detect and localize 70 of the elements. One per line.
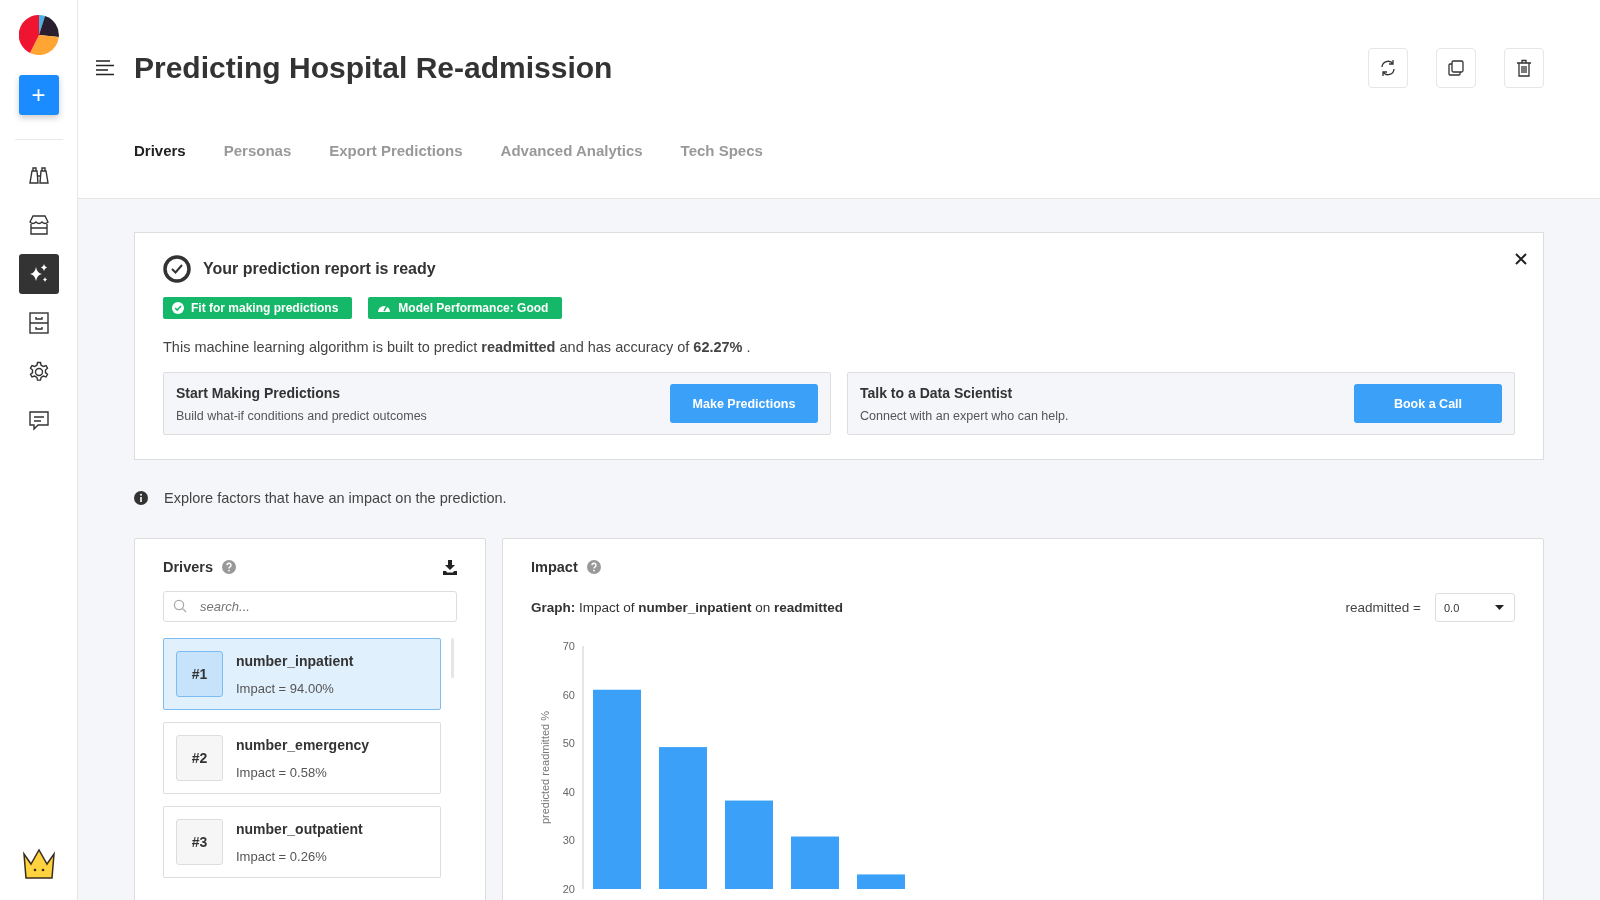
tab[interactable]: Tech Specs: [680, 136, 763, 165]
copy-button[interactable]: [1436, 48, 1476, 88]
y-axis: 20 30 40 50 60 70: [562, 640, 584, 895]
graph-caption: Graph: Impact of number_inpatient on readmitted: [531, 600, 844, 615]
driver-card[interactable]: #2 number_emergency Impact = 0.58%: [163, 722, 441, 794]
rank-label: #2: [176, 735, 223, 781]
action-button[interactable]: Make Predictions: [670, 384, 818, 423]
y-tick-label: 40: [562, 785, 575, 798]
help-icon[interactable]: [586, 560, 601, 574]
tab[interactable]: Personas: [223, 136, 292, 165]
tab[interactable]: Advanced Analytics: [500, 136, 643, 165]
y-tick-label: 30: [562, 834, 575, 847]
caret-icon: [1495, 605, 1504, 610]
impact-value: Impact = 0.58%: [236, 764, 328, 780]
chat-icon: [27, 410, 50, 432]
delete-button[interactable]: [1504, 48, 1544, 88]
help-icon[interactable]: [222, 560, 236, 574]
check-circle-icon: [163, 255, 191, 283]
binoculars-icon: [27, 165, 50, 187]
panel-title: Impact: [531, 559, 578, 575]
logo: [18, 15, 59, 55]
filter-label: readmitted =: [1345, 600, 1421, 615]
action-title: Talk to a Data Scientist: [860, 384, 1014, 401]
y-tick-label: 70: [562, 640, 575, 652]
cabinet-icon: [28, 312, 49, 334]
refresh-icon: [1379, 59, 1397, 77]
page-title: Predicting Hospital Re-admission: [134, 51, 613, 85]
action-title: Start Making Predictions: [176, 384, 342, 401]
info-text: Explore factors that have an impact on the prediction.: [164, 490, 507, 506]
driver-card[interactable]: #1 number_inpatient Impact = 94.00%: [163, 638, 441, 710]
report-title: Your prediction report is ready: [203, 260, 436, 278]
driver-name: number_emergency: [236, 736, 370, 753]
driver-name: number_outpatient: [236, 820, 363, 837]
axis-label: predicted readmitted %: [539, 710, 551, 825]
driver-name: number_inpatient: [236, 652, 354, 669]
y-tick-label: 50: [562, 737, 575, 750]
new-button[interactable]: +: [18, 75, 59, 115]
tab[interactable]: Drivers: [134, 136, 186, 165]
trash-icon: [1516, 59, 1532, 77]
panel-title: Drivers: [163, 559, 213, 575]
impact-value: Impact = 0.26%: [236, 848, 328, 864]
y-tick-label: 60: [562, 688, 575, 701]
rank-label: #1: [176, 651, 223, 697]
crown-icon: [20, 846, 57, 882]
store-icon: [26, 214, 51, 236]
bar: [791, 836, 839, 889]
status-badge: Fit for making predictions: [163, 297, 353, 319]
search-icon: [173, 599, 187, 613]
driver-card[interactable]: #3 number_outpatient Impact = 0.26%: [163, 806, 441, 878]
check-icon: [172, 302, 184, 314]
action-button[interactable]: Book a Call: [1354, 384, 1502, 423]
action-subtitle: Build what-if conditions and predict outcomes: [176, 408, 428, 423]
menu-icon[interactable]: [96, 60, 114, 76]
nav-button[interactable]: [18, 254, 59, 294]
info-icon: [134, 491, 148, 505]
close-icon[interactable]: [1515, 253, 1527, 265]
status-badge: Model Performance: Good: [368, 297, 563, 319]
summary-text: This machine learning algorithm is built to predict readmitted and has accuracy of 62.27% .: [163, 339, 752, 355]
bar: [857, 874, 905, 889]
copy-icon: [1447, 59, 1465, 77]
download-icon[interactable]: [443, 559, 457, 575]
search-field[interactable]: search...: [163, 591, 457, 622]
y-tick-label: 20: [562, 883, 575, 895]
settings-icon: [27, 361, 50, 383]
refresh-button[interactable]: [1368, 48, 1408, 88]
value-dropdown[interactable]: 0.0: [1435, 593, 1515, 622]
rank-label: #3: [176, 819, 223, 865]
tab[interactable]: Export Predictions: [329, 136, 463, 165]
impact-value: Impact = 94.00%: [236, 680, 335, 696]
action-subtitle: Connect with an expert who can help.: [860, 408, 1070, 423]
